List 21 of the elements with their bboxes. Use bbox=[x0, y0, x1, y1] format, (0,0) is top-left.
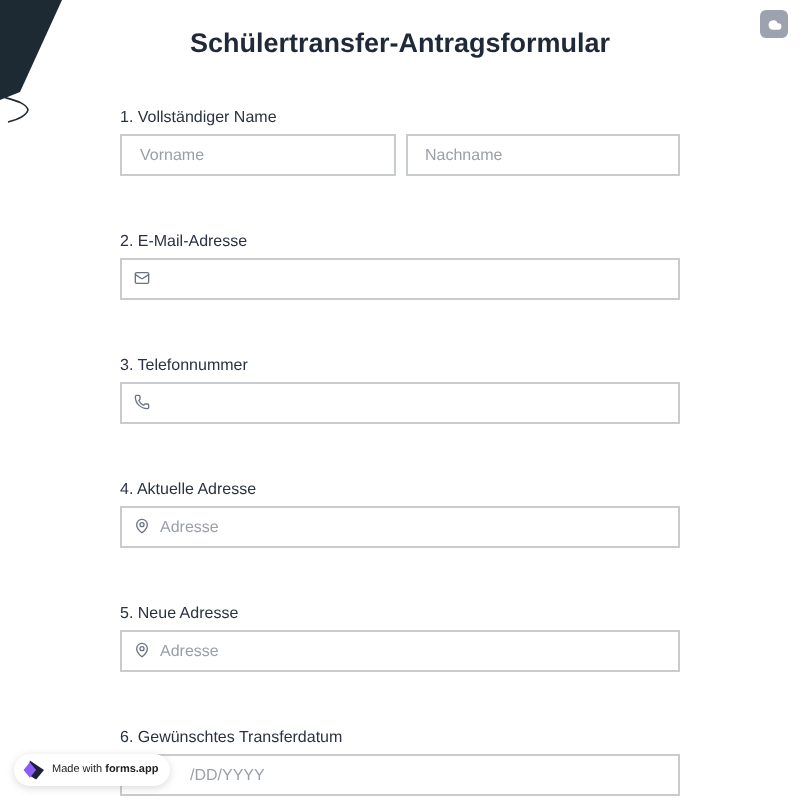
question-label: 3. Telefonnummer bbox=[120, 356, 250, 376]
question-label: 2. E-Mail-Adresse bbox=[120, 232, 250, 252]
input-field[interactable]: Adresse bbox=[120, 506, 680, 548]
mail-icon bbox=[134, 270, 150, 286]
map-pin-icon bbox=[134, 642, 150, 658]
cloud-button[interactable] bbox=[760, 10, 788, 38]
map-pin-icon bbox=[134, 518, 150, 534]
input-field[interactable]: Adresse bbox=[120, 630, 680, 672]
input-field[interactable] bbox=[120, 258, 680, 300]
question-label: 5. Neue Adresse bbox=[120, 604, 241, 624]
input-field[interactable]: Vorname bbox=[120, 134, 395, 176]
question-label: 6. Gewünschtes Transferdatum bbox=[120, 728, 345, 748]
logo-icon bbox=[22, 760, 44, 780]
question-label: 4. Aktuelle Adresse bbox=[120, 480, 259, 500]
form-title: Schülertransfer-Antragsformular bbox=[187, 28, 613, 58]
input-field[interactable] bbox=[120, 382, 680, 424]
question-label: 1. Vollständiger Name bbox=[120, 108, 279, 128]
phone-icon bbox=[134, 394, 150, 410]
input-field[interactable]: Nachname bbox=[405, 134, 680, 176]
cloud-icon bbox=[767, 17, 781, 31]
decorative-drawing bbox=[0, 0, 68, 128]
